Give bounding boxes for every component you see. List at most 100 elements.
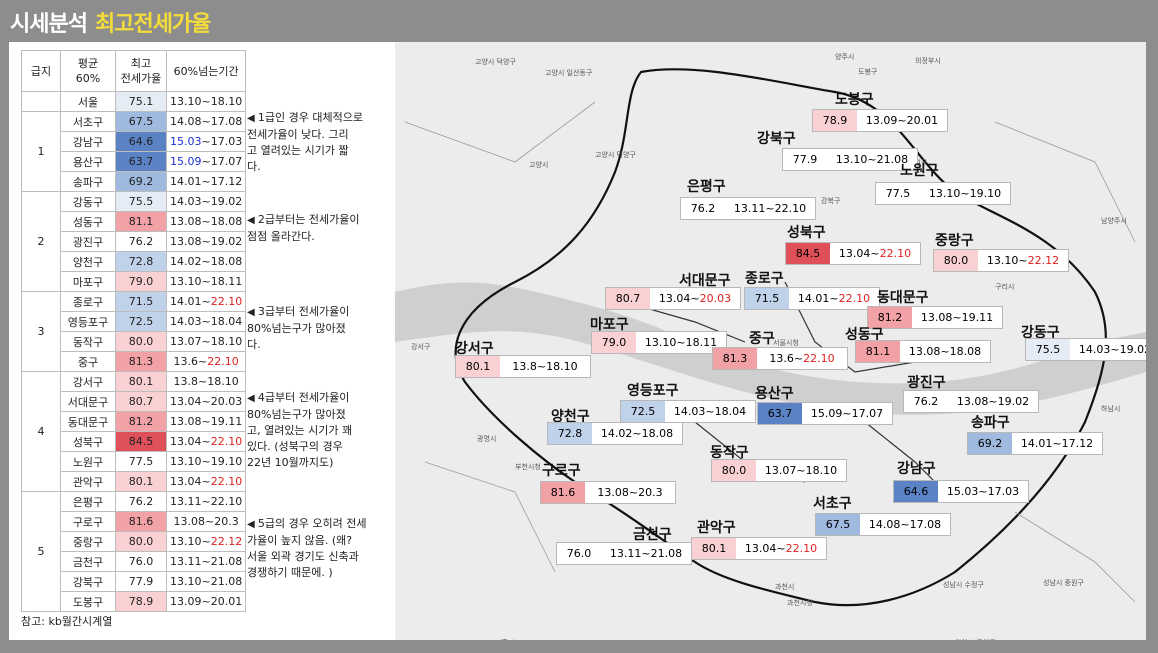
arrow-icon: ◀ [247,519,258,530]
period-part: 15.03 [170,135,202,148]
district-box: 81.6 13.08~20.3 [540,481,676,504]
period-part: 22.12 [1027,254,1060,267]
title-sub: 최고전세가율 [94,12,211,37]
district-box-period: 14.01~17.12 [1012,433,1102,454]
period-part: 13.09~20.01 [865,114,939,127]
district-value: 80.0 [115,531,167,552]
district-box-value: 79.0 [592,332,636,353]
period-part: 22.10 [879,247,912,260]
district-period: 13.10~18.11 [165,271,247,292]
district-box-value: 72.5 [621,401,665,422]
note-line: 다. [247,160,261,173]
district-period: 13.04~22.10 [165,431,247,452]
district-box-period: 13.04~ 22.10 [830,243,920,264]
period-part: 13.08~19.11 [920,311,994,324]
table-row: 2 강동구 75.5 14.03~19.02 [21,191,247,292]
district-name: 은평구 [60,491,116,512]
district-period: 13.11~22.10 [165,491,247,512]
table-row: 1 서초구 67.5 14.08~17.08 [21,111,247,192]
district-value: 81.3 [115,351,167,372]
period-part: 13.08~19.02 [170,235,243,248]
header-grade: 급지 [21,50,61,92]
period-part: 14.03~19.02 [170,195,243,208]
district-box-period: 13.04~ 22.10 [736,538,826,559]
grade-note: ◀ 2급부터는 전세가율이 점점 올라간다. [247,212,393,245]
period-part: 20.03 [699,292,732,305]
period-part: 13.07~18.10 [170,335,243,348]
period-part: 13.04~ [170,435,211,448]
district-box-value: 76.2 [904,391,948,412]
arrow-icon: ◀ [247,113,258,124]
period-part: 13.8~18.10 [173,375,239,388]
period-part: 14.03~18.04 [673,405,747,418]
district-value: 76.2 [115,231,167,252]
title-main: 시세분석 [10,12,88,37]
map-place-label: 의정부시 [915,57,941,65]
page-title: 시세분석 최고전세가율 [10,6,211,38]
district-table: 급지 평균 60% 최고 전세가율 60%넘는기간 서울 75.1 13.10~18.1… [21,50,247,612]
district-box-period: 13.07~18.10 [756,460,846,481]
district-name: 광진구 [60,231,116,252]
period-part: 14.08~17.08 [170,115,243,128]
district-period: 14.08~17.08 [165,111,247,132]
map-place-label: 고양시 덕양구 [475,58,516,66]
district-value: 69.2 [115,171,167,192]
note-line: 1급인 경우 대체적으로 [257,111,363,124]
district-box-value: 80.7 [606,288,650,309]
district-box-value: 80.1 [692,538,736,559]
map-place-label: 과천시 [775,583,795,591]
note-line: 5급의 경우 오히려 전세 [257,517,367,530]
district-box-value: 75.5 [1026,339,1070,360]
period-part: 14.01~17.12 [1020,437,1094,450]
district-box-period: 13.8~18.10 [500,356,590,377]
map-place-label: 고양시 [529,161,549,169]
period-part: 13.08~20.3 [173,515,239,528]
district-box: 78.9 13.09~20.01 [812,109,948,132]
period-part: 13.10~18.11 [644,336,718,349]
map-place-label: 성남시 중원구 [1043,579,1084,587]
district-period: 14.03~19.02 [165,191,247,212]
district-name: 금천구 [60,551,116,572]
district-label: 용산구 [755,386,794,402]
district-box: 69.2 14.01~17.12 [967,432,1103,455]
district-box-value: 76.2 [681,198,725,219]
period-part: 13.09~20.01 [170,595,243,608]
district-label: 도봉구 [835,92,874,108]
period-part: 14.03~19.02 [1078,343,1146,356]
district-box: 67.5 14.08~17.08 [815,513,951,536]
period-part: 13.11~21.08 [609,547,683,560]
map-place-label: 양주시 [835,53,855,61]
map-place-label: 강서구 [411,343,431,351]
district-period: 13.08~20.3 [165,511,247,532]
district-box-value: 80.1 [456,356,500,377]
note-line: 고, 열려있는 시기가 꽤 [247,424,353,437]
district-name: 성북구 [60,431,116,452]
period-part: 13.04~ [838,247,880,260]
district-box-period: 13.10~19.10 [920,183,1010,204]
period-part: 14.01~17.12 [170,175,243,188]
district-name: 송파구 [60,171,116,192]
district-value: 64.6 [115,131,167,152]
grade-cell: 2 [21,191,61,292]
district-name: 중구 [60,351,116,372]
period-part: 13.04~ [744,542,786,555]
district-box-period: 13.6~ 22.10 [757,348,847,369]
map-place-label: 강북구 [821,197,841,205]
arrow-icon: ◀ [247,393,258,404]
district-name: 종로구 [60,291,116,312]
district-name: 용산구 [60,151,116,172]
district-box: 76.0 13.11~21.08 [556,542,692,565]
note-line: 3급부터 전세가율이 [257,305,350,318]
district-name: 영등포구 [60,311,116,332]
district-value: 81.2 [115,411,167,432]
map-place-label: 광명시 [477,435,497,443]
reference-note: 참고: kb월간시계열 [21,615,113,628]
period-part: 14.02~18.08 [600,427,674,440]
period-part: 13.07~18.10 [764,464,838,477]
district-box-value: 76.0 [557,543,601,564]
district-box-value: 81.3 [713,348,757,369]
district-box-value: 63.7 [758,403,802,424]
table-row-seoul: 서울 75.1 13.10~18.10 [21,91,247,112]
district-box-value: 69.2 [968,433,1012,454]
district-box-period: 14.02~18.08 [592,423,682,444]
